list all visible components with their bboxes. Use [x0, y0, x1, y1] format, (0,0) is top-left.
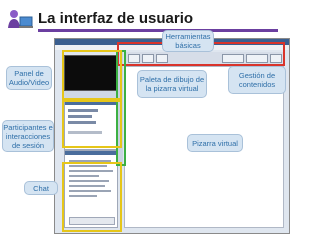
slide-title: La interfaz de usuario — [38, 10, 194, 27]
callout-basic-tools: Herramientas básicas — [162, 30, 214, 52]
callout-drawing-palette: Paleta de dibujo de la pizarra virtual — [137, 70, 207, 98]
user-at-computer-icon — [6, 8, 34, 32]
participants-frame — [62, 100, 122, 148]
audio-video-frame — [62, 50, 122, 100]
title-underline — [38, 29, 278, 32]
callout-whiteboard: Pizarra virtual — [187, 134, 243, 152]
callout-participants: Participantes e interacciones de sesión — [2, 120, 54, 152]
chat-frame — [62, 162, 122, 232]
panel-header — [65, 151, 117, 155]
callout-chat: Chat — [24, 181, 58, 195]
callout-audio-video: Panel de Audio/Video — [6, 66, 52, 90]
callout-content-management: Gestión de contenidos — [228, 66, 286, 94]
